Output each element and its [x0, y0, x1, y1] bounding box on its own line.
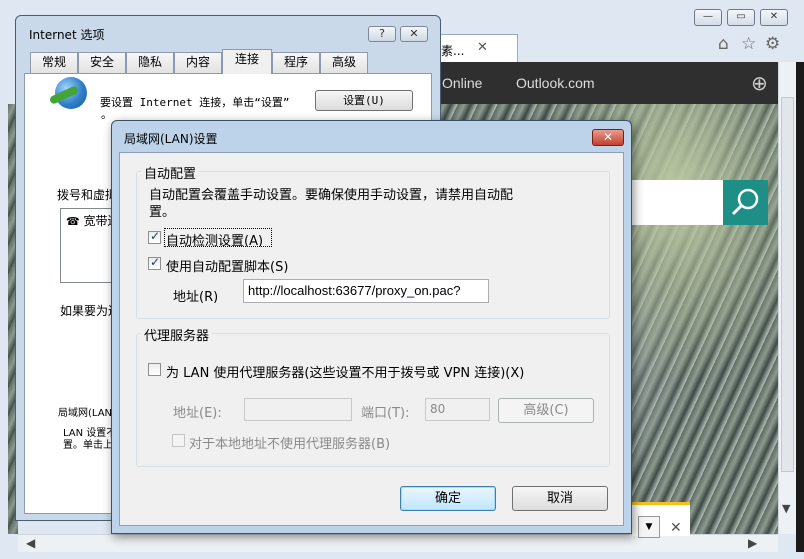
proxy-port-input[interactable]: 80 [425, 398, 490, 421]
browser-minimize-button[interactable]: — [694, 9, 722, 26]
home-icon[interactable]: ⌂ [718, 34, 729, 54]
search-input[interactable] [630, 180, 723, 225]
use-proxy-label[interactable]: 为 LAN 使用代理服务器(这些设置不用于拨号或 VPN 连接)(X) [166, 362, 524, 381]
use-config-script-checkbox[interactable] [148, 255, 161, 270]
bypass-local-label[interactable]: 对于本地地址不使用代理服务器(B) [189, 433, 390, 452]
window-title: Internet 选项 [29, 28, 105, 42]
tab-programs[interactable]: 程序 [272, 52, 320, 73]
advanced-button[interactable]: 高级(C) [498, 398, 594, 423]
setup-description: 要设置 Internet 连接，单击“设置” [100, 96, 290, 109]
lan-description-line2: 置。单击上 [63, 440, 113, 451]
script-address-input[interactable]: http://localhost:63677/proxy_on.pac? [243, 279, 489, 303]
lan-section-label: 局域网(LAN) [58, 408, 116, 419]
nav-link-online[interactable]: Online [442, 75, 482, 91]
use-proxy-checkbox[interactable] [148, 363, 161, 376]
browser-maximize-button[interactable]: ▭ [727, 9, 755, 26]
browser-tab-title: 素... [441, 44, 465, 58]
site-navbar: Online Outlook.com ⊕ [438, 62, 804, 104]
tab-privacy[interactable]: 隐私 [126, 52, 174, 73]
setup-button[interactable]: 设置(U) [315, 90, 413, 111]
tab-general[interactable]: 常规 [30, 52, 78, 73]
setup-description-end: 。 [101, 108, 112, 121]
search-icon [731, 188, 759, 216]
proxy-address-label: 地址(E): [173, 406, 222, 421]
settings-gear-icon[interactable]: ⚙ [765, 34, 780, 54]
browser-close-button[interactable]: ✕ [760, 9, 788, 26]
proxy-port-label: 端口(T): [361, 406, 410, 421]
browser-tab[interactable]: 素... ✕ [438, 34, 518, 62]
auto-detect-checkbox[interactable] [148, 229, 161, 244]
favorites-star-icon[interactable]: ☆ [741, 34, 756, 54]
auto-config-title: 自动配置 [141, 163, 200, 182]
close-button[interactable]: ✕ [400, 26, 428, 42]
nav-link-outlook[interactable]: Outlook.com [516, 75, 595, 91]
connection-icon: ☎ [66, 215, 80, 228]
tab-close-icon[interactable]: ✕ [477, 40, 488, 55]
horizontal-scrollbar[interactable]: ◀ ▶ [18, 534, 778, 552]
scroll-left-arrow-icon[interactable]: ◀ [26, 536, 35, 550]
cancel-button[interactable]: 取消 [512, 486, 608, 511]
notification-close-icon[interactable]: ✕ [670, 520, 682, 536]
tab-advanced[interactable]: 高级 [320, 52, 368, 73]
script-address-label: 地址(R) [173, 290, 219, 305]
scroll-right-arrow-icon[interactable]: ▶ [748, 536, 757, 550]
tab-connections[interactable]: 连接 [222, 49, 272, 74]
vertical-scrollbar[interactable]: ▼ [778, 62, 796, 534]
notification-dropdown-icon[interactable]: ▼ [638, 516, 660, 538]
search-button[interactable] [723, 180, 768, 225]
scroll-down-arrow-icon[interactable]: ▼ [782, 502, 790, 515]
help-button[interactable]: ? [368, 26, 396, 42]
proxy-server-title: 代理服务器 [141, 325, 213, 344]
bypass-local-checkbox[interactable] [172, 434, 185, 447]
dialog-close-button[interactable]: ✕ [592, 129, 624, 146]
ok-button[interactable]: 确定 [400, 486, 496, 511]
window-edge [796, 62, 804, 552]
auto-config-description-line2: 置。 [149, 205, 176, 220]
tab-content[interactable]: 内容 [174, 52, 222, 73]
dialog-title: 局域网(LAN)设置 [124, 132, 218, 146]
proxy-address-input[interactable] [244, 398, 352, 421]
auto-detect-label[interactable]: 自动检测设置(A) [166, 230, 263, 249]
use-config-script-label[interactable]: 使用自动配置脚本(S) [166, 256, 288, 275]
scrollbar-thumb[interactable] [781, 97, 794, 472]
tab-security[interactable]: 安全 [78, 52, 126, 73]
globe-icon[interactable]: ⊕ [751, 71, 768, 95]
auto-config-description-line1: 自动配置会覆盖手动设置。要确保使用手动设置，请禁用自动配 [149, 188, 514, 203]
